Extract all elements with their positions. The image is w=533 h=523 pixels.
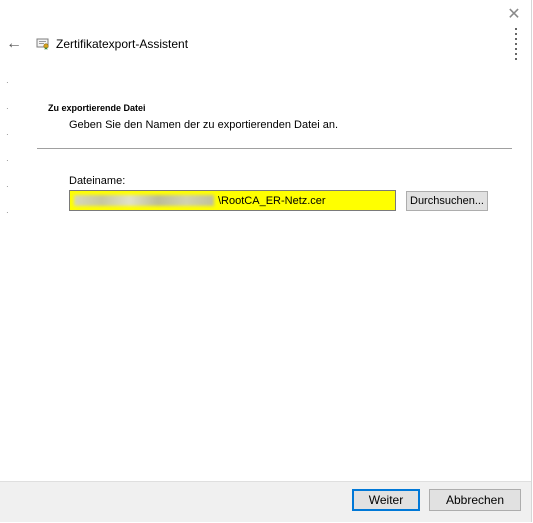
- window-title: Zertifikatexport-Assistent: [56, 37, 189, 51]
- close-icon: ✕: [507, 6, 521, 23]
- back-arrow-icon: ←: [6, 35, 22, 52]
- certificate-icon: [36, 38, 49, 50]
- header-divider: [37, 148, 512, 149]
- filename-value: \RootCA_ER-Netz.cer: [218, 194, 326, 207]
- close-button[interactable]: ✕: [505, 6, 523, 24]
- browse-button[interactable]: Durchsuchen...: [406, 191, 488, 211]
- section-description: Geben Sie den Namen der zu exportierende…: [69, 119, 339, 131]
- background-artifacts: · · · · · ·: [6, 78, 9, 217]
- filename-input[interactable]: \RootCA_ER-Netz.cer: [69, 190, 396, 211]
- redacted-path: [74, 195, 214, 206]
- wizard-window: ✕ ← Zertifikatexport-Assistent · · · · · · Zu…: [0, 0, 532, 522]
- next-button[interactable]: Weiter: [352, 489, 420, 511]
- filename-label: Dateiname:: [69, 175, 126, 187]
- back-button[interactable]: ←: [5, 35, 23, 53]
- scroll-indicator: [515, 28, 519, 63]
- cancel-button[interactable]: Abbrechen: [429, 489, 521, 511]
- section-heading: Zu exportierende Datei: [48, 103, 146, 113]
